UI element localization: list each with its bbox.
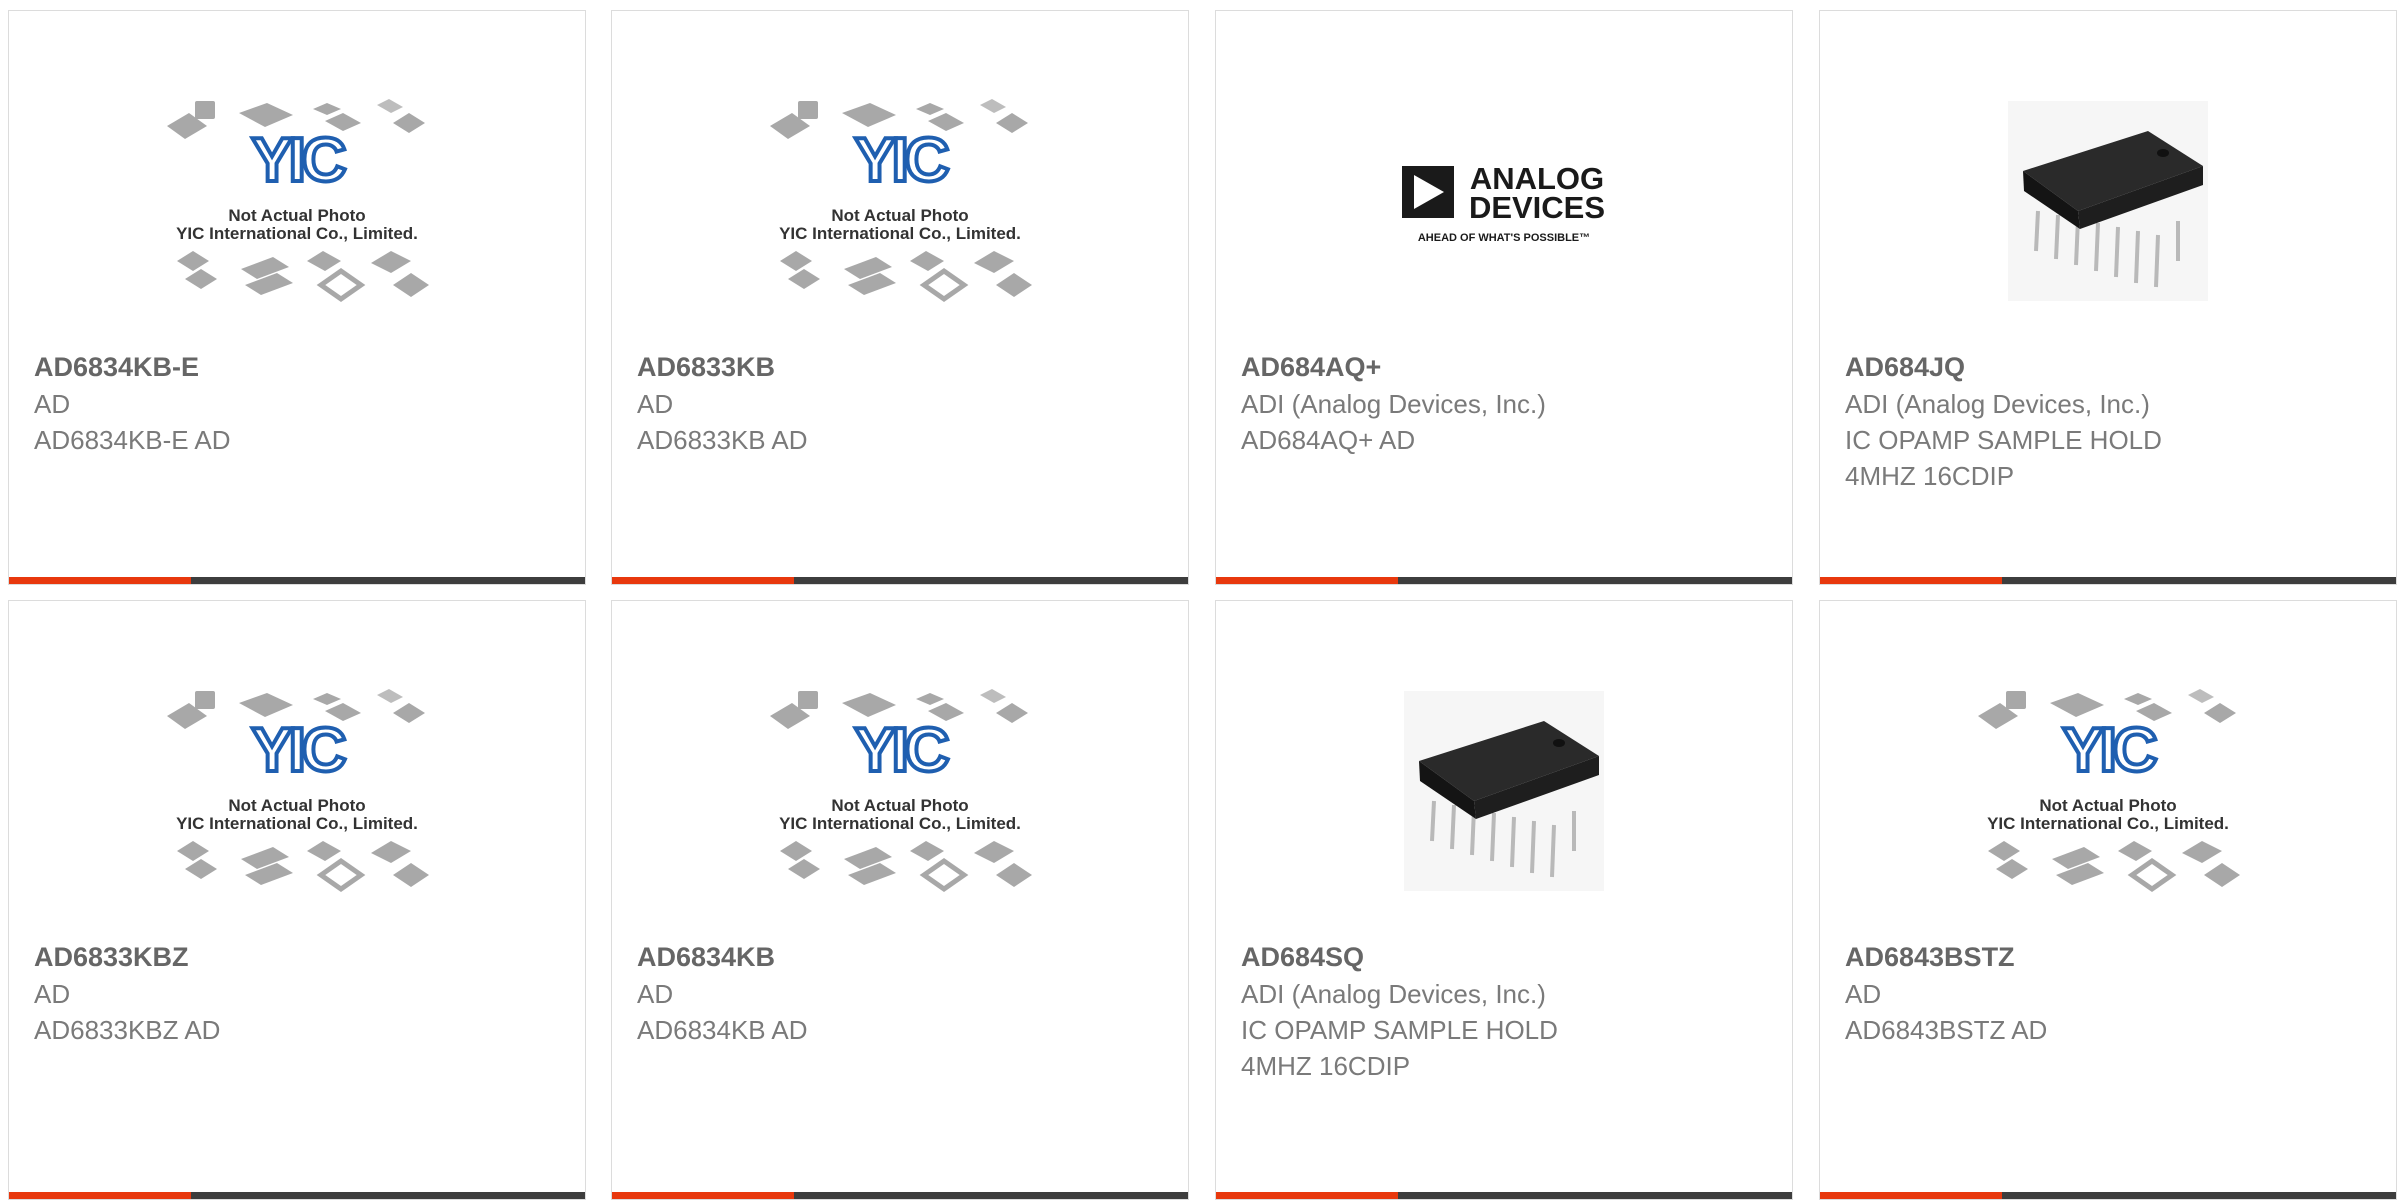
product-image[interactable]: YIC Not Actual Photo YIC International C… [612,641,1188,941]
part-number[interactable]: AD6833KB [637,349,1163,386]
card-bottom-bar [612,577,1188,584]
product-card[interactable]: YIC Not Actual Photo YIC International C… [611,10,1189,585]
product-image[interactable]: YIC Not Actual Photo YIC International C… [9,51,585,351]
card-accent-bar [1820,1192,2002,1199]
description: AD6834KB-E AD [34,425,231,455]
dip-chip-photo [2008,101,2208,301]
product-card[interactable]: YIC Not Actual Photo YIC International C… [611,600,1189,1200]
yic-logo-text: YIC [854,716,949,785]
placeholder-line2: YIC International Co., Limited. [1987,814,2229,833]
part-number[interactable]: AD6833KBZ [34,939,560,976]
yic-logo-text: YIC [854,126,949,195]
description: AD6834KB AD [637,1015,808,1045]
yic-placeholder-image: YIC Not Actual Photo YIC International C… [167,689,429,893]
part-number[interactable]: AD6834KB-E [34,349,560,386]
yic-placeholder-image: YIC Not Actual Photo YIC International C… [167,99,429,303]
product-grid: YIC Not Actual Photo YIC International C… [0,0,2400,1200]
description: AD684AQ+ AD [1241,425,1416,455]
card-accent-bar [612,577,794,584]
product-image[interactable] [1216,641,1792,941]
yic-placeholder-image: YIC Not Actual Photo YIC International C… [770,99,1032,303]
part-number[interactable]: AD684AQ+ [1241,349,1767,386]
card-accent-bar [1216,1192,1398,1199]
card-bottom-bar [9,577,585,584]
yic-logo-text: YIC [251,126,346,195]
product-card[interactable]: YIC Not Actual Photo YIC International C… [8,10,586,585]
description: IC OPAMP SAMPLE HOLD 4MHZ 16CDIP [1241,1015,1558,1081]
adi-logo-tagline: AHEAD OF WHAT'S POSSIBLE™ [1418,232,1590,244]
placeholder-line1: Not Actual Photo [228,796,365,815]
part-number[interactable]: AD684SQ [1241,939,1767,976]
analog-devices-logo: ANALOG DEVICES AHEAD OF WHAT'S POSSIBLE™ [1402,161,1605,244]
card-accent-bar [1820,577,2002,584]
description: AD6833KB AD [637,425,808,455]
card-bottom-bar [1820,577,2396,584]
dip-chip-photo [1404,691,1604,891]
placeholder-line2: YIC International Co., Limited. [779,224,1021,243]
placeholder-line1: Not Actual Photo [831,206,968,225]
card-bottom-bar [1216,577,1792,584]
part-number[interactable]: AD6834KB [637,939,1163,976]
card-bottom-bar [1820,1192,2396,1199]
product-image[interactable]: YIC Not Actual Photo YIC International C… [612,51,1188,351]
card-accent-bar [9,1192,191,1199]
yic-logo-text: YIC [251,716,346,785]
yic-placeholder-image: YIC Not Actual Photo YIC International C… [770,689,1032,893]
manufacturer: AD [637,389,674,419]
card-accent-bar [9,577,191,584]
manufacturer: ADI (Analog Devices, Inc.) [1241,389,1546,419]
manufacturer: AD [1845,979,1882,1009]
yic-placeholder-image: YIC Not Actual Photo YIC International C… [1978,689,2240,893]
product-image[interactable]: YIC Not Actual Photo YIC International C… [1820,641,2396,941]
description: AD6833KBZ AD [34,1015,221,1045]
placeholder-line2: YIC International Co., Limited. [176,814,418,833]
placeholder-line1: Not Actual Photo [228,206,365,225]
placeholder-line2: YIC International Co., Limited. [176,224,418,243]
part-number[interactable]: AD684JQ [1845,349,2371,386]
manufacturer: ADI (Analog Devices, Inc.) [1241,979,1546,1009]
product-card[interactable]: ANALOG DEVICES AHEAD OF WHAT'S POSSIBLE™… [1215,10,1793,585]
placeholder-line2: YIC International Co., Limited. [779,814,1021,833]
description: IC OPAMP SAMPLE HOLD 4MHZ 16CDIP [1845,425,2162,491]
card-accent-bar [1216,577,1398,584]
manufacturer: AD [637,979,674,1009]
product-image[interactable] [1820,51,2396,351]
adi-logo-line2: DEVICES [1469,190,1605,225]
product-card[interactable]: YIC Not Actual Photo YIC International C… [8,600,586,1200]
manufacturer: ADI (Analog Devices, Inc.) [1845,389,2150,419]
description: AD6843BSTZ AD [1845,1015,2048,1045]
manufacturer: AD [34,389,71,419]
manufacturer: AD [34,979,71,1009]
card-accent-bar [612,1192,794,1199]
card-bottom-bar [612,1192,1188,1199]
product-card[interactable]: AD684SQ ADI (Analog Devices, Inc.) IC OP… [1215,600,1793,1200]
product-image[interactable]: ANALOG DEVICES AHEAD OF WHAT'S POSSIBLE™ [1216,51,1792,351]
product-card[interactable]: AD684JQ ADI (Analog Devices, Inc.) IC OP… [1819,10,2397,585]
placeholder-line1: Not Actual Photo [2039,796,2176,815]
product-card[interactable]: YIC Not Actual Photo YIC International C… [1819,600,2397,1200]
part-number[interactable]: AD6843BSTZ [1845,939,2371,976]
yic-logo-text: YIC [2062,716,2157,785]
card-bottom-bar [9,1192,585,1199]
placeholder-line1: Not Actual Photo [831,796,968,815]
card-bottom-bar [1216,1192,1792,1199]
product-image[interactable]: YIC Not Actual Photo YIC International C… [9,641,585,941]
